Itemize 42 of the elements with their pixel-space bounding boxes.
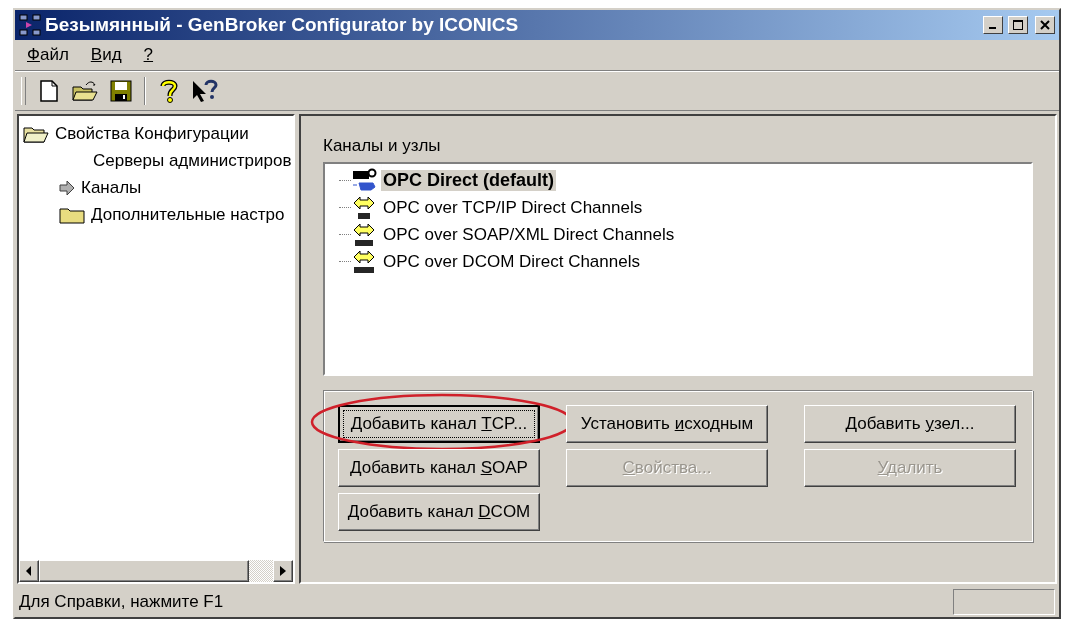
folder-icon — [59, 205, 85, 224]
dcom-arrows-icon — [351, 248, 377, 275]
channel-item[interactable]: OPC Direct (default) — [381, 170, 557, 191]
close-icon — [1040, 20, 1050, 30]
maximize-button[interactable] — [1008, 16, 1028, 34]
question-mark-icon — [160, 79, 178, 103]
tree-item[interactable]: Дополнительные настро — [91, 204, 285, 225]
status-text: Для Справки, нажмите F1 — [19, 592, 225, 612]
scroll-left-button[interactable] — [19, 560, 39, 582]
close-button[interactable] — [1035, 16, 1055, 34]
channel-item[interactable]: OPC over DCOM Direct Channels — [381, 251, 642, 272]
tree-item[interactable]: Каналы — [81, 177, 142, 198]
tree-item[interactable]: Свойства Конфигурации — [55, 123, 249, 144]
action-button[interactable]: Добавить канал SOAP — [338, 449, 540, 487]
menu-item[interactable]: Вид — [82, 43, 130, 67]
menu-item[interactable]: ? — [135, 43, 162, 67]
pointer-help-icon — [192, 79, 218, 103]
left-arrow-icon — [26, 566, 32, 576]
network-icon — [19, 14, 41, 36]
menu-item[interactable]: Файл — [19, 43, 77, 67]
scroll-right-button[interactable] — [273, 560, 293, 582]
tree-item[interactable]: Серверы администриров — [93, 150, 292, 171]
action-button[interactable]: Установить исходным — [566, 405, 768, 443]
horizontal-scrollbar[interactable] — [19, 560, 293, 582]
right-arrow-icon — [280, 566, 286, 576]
tcp-arrows-icon — [351, 194, 377, 221]
list-caption: Каналы и узлы — [323, 136, 442, 156]
opc-server-icon — [351, 167, 377, 194]
open-folder-icon — [72, 80, 98, 102]
channel-item[interactable]: OPC over TCP/IP Direct Channels — [381, 197, 645, 218]
arrow-icon — [59, 180, 75, 195]
new-document-icon — [40, 80, 58, 102]
window-title: Безымянный - GenBroker Configurator by ICONICS — [45, 14, 520, 36]
action-button[interactable]: Добавить узел... — [804, 405, 1016, 443]
action-button[interactable]: Добавить канал DCOM — [338, 493, 540, 531]
action-button[interactable]: Добавить канал TCP... — [338, 405, 540, 443]
maximize-icon — [1013, 20, 1023, 30]
open-folder-icon — [23, 124, 49, 143]
minimize-button[interactable] — [983, 16, 1003, 34]
soap-arrows-icon — [351, 221, 377, 248]
channel-item[interactable]: OPC over SOAP/XML Direct Channels — [381, 224, 677, 245]
scroll-thumb[interactable] — [39, 560, 249, 582]
